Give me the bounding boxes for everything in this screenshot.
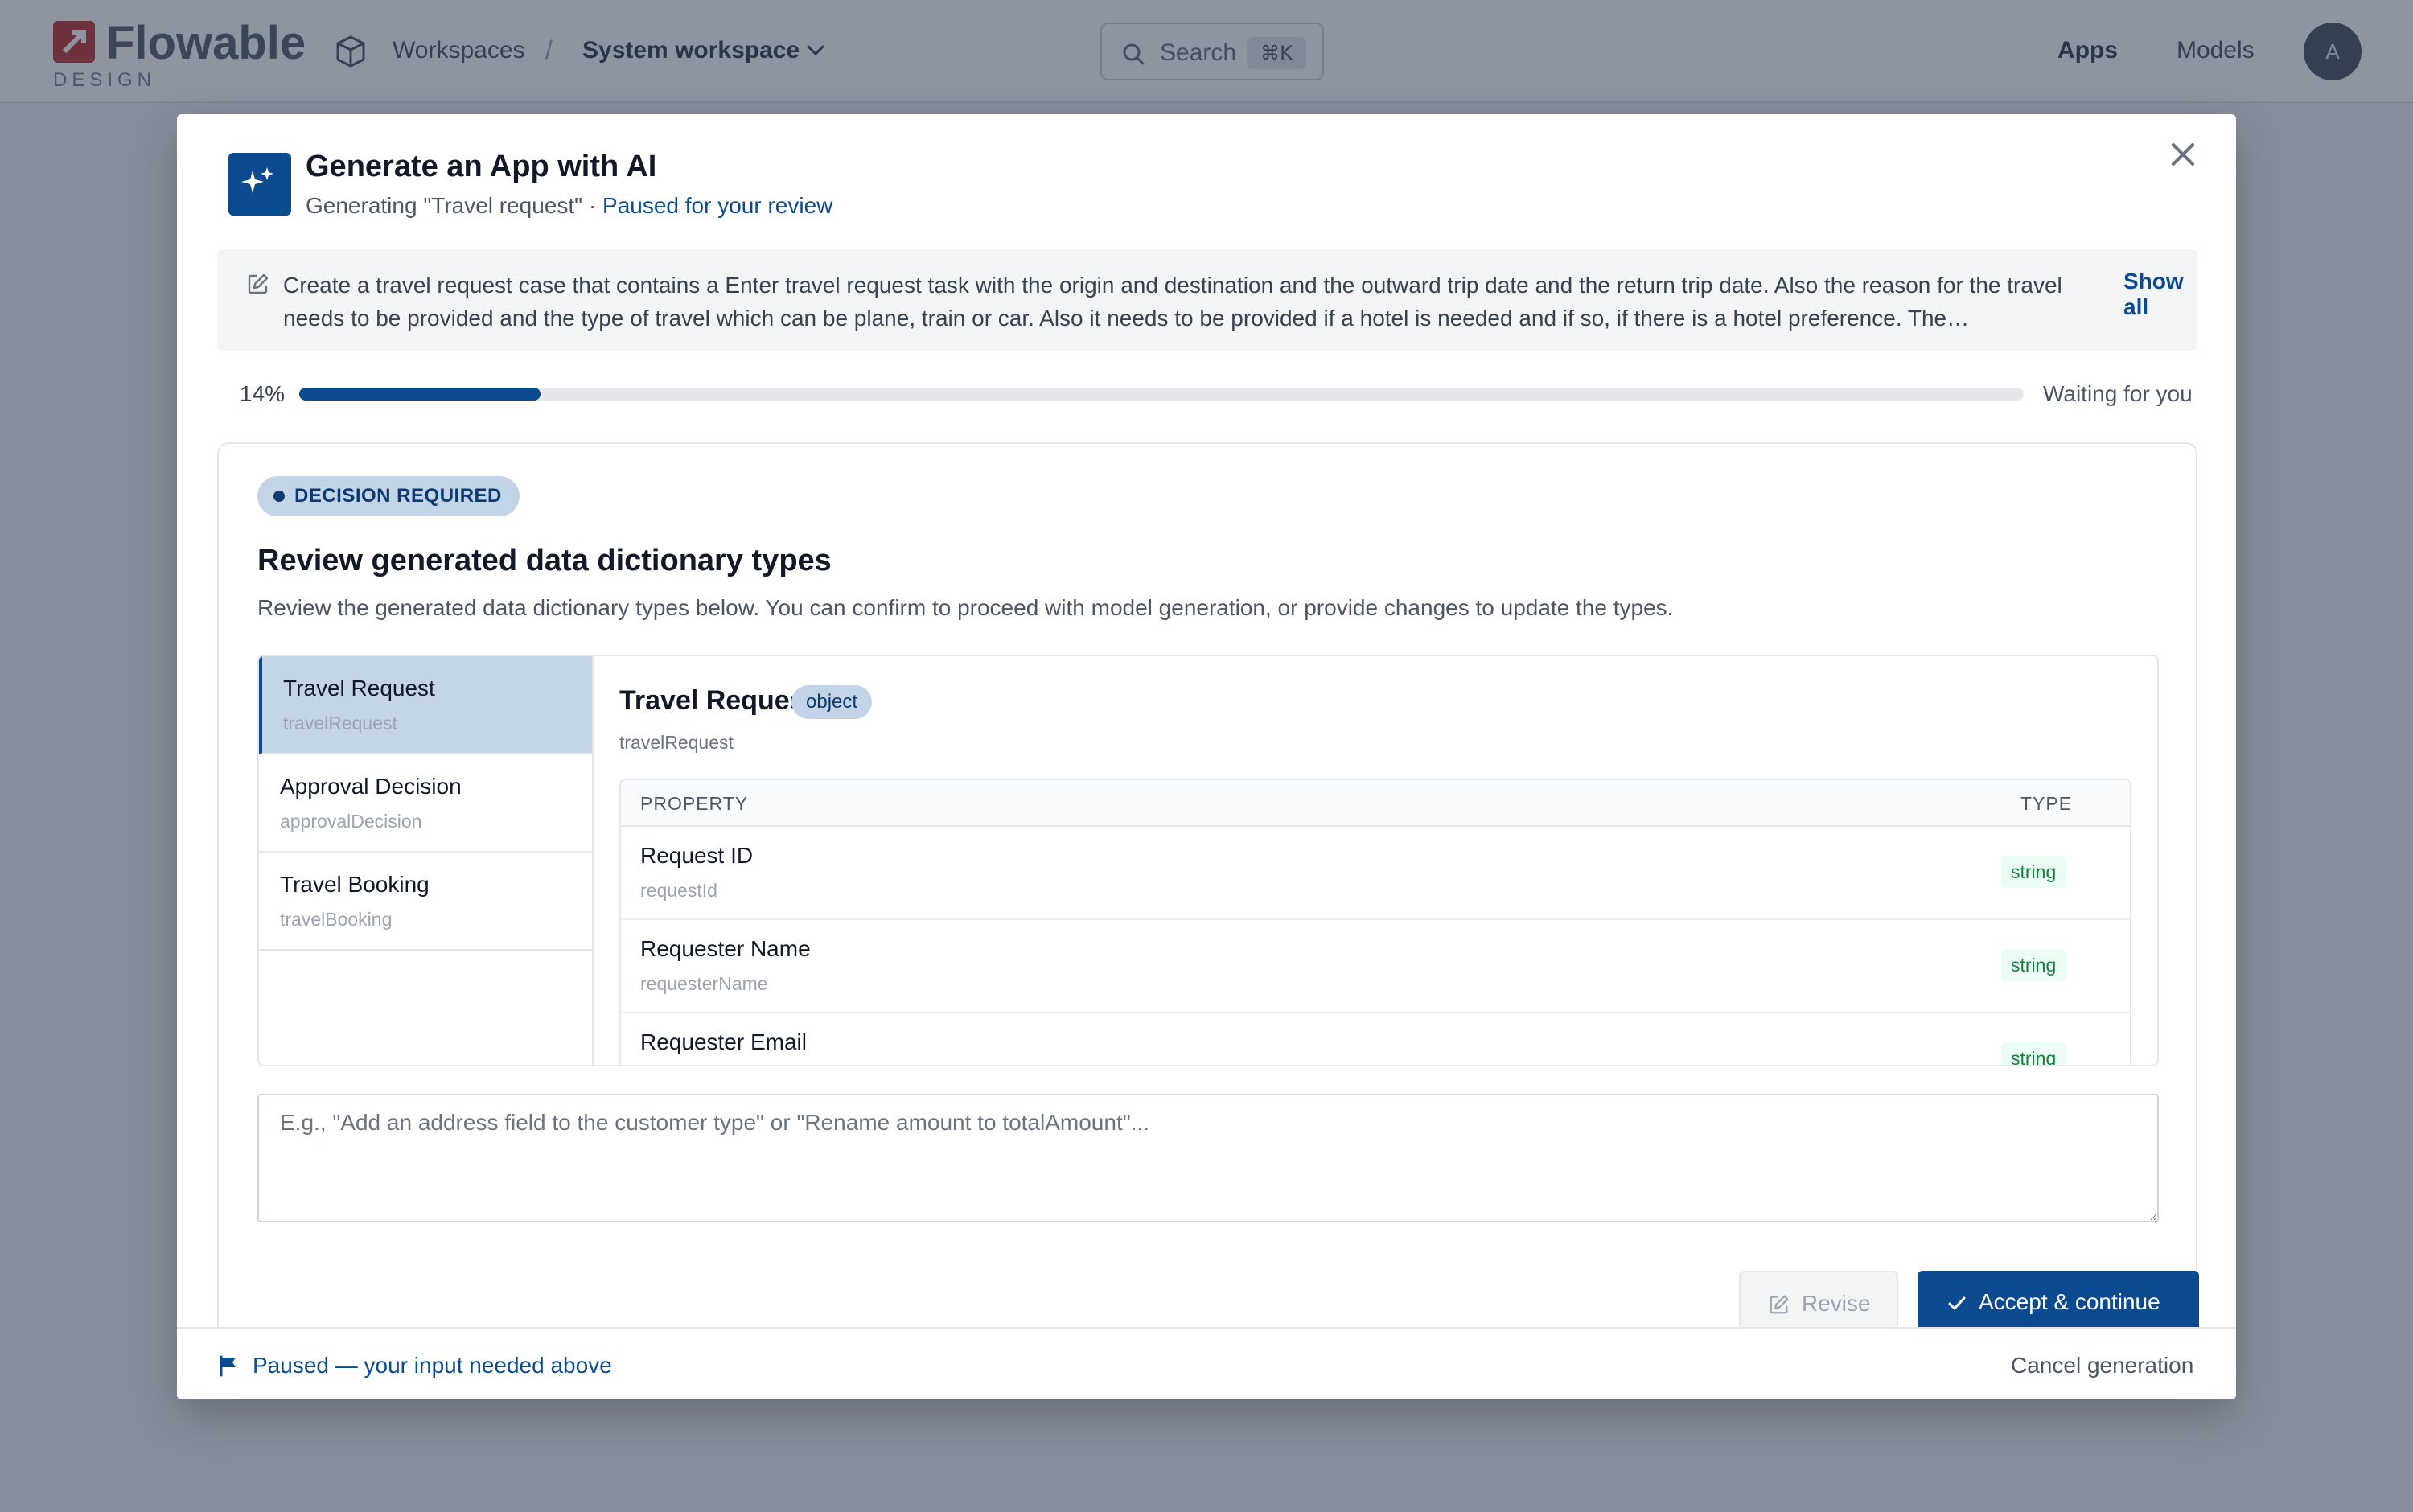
selected-type-title: Travel Request <box>619 685 814 716</box>
subtitle-dot: · <box>582 193 603 218</box>
type-key: approvalDecision <box>280 811 422 832</box>
table-row: Request ID requestId string <box>621 827 2130 920</box>
property-label: Requester Email <box>640 1029 807 1054</box>
property-label: Request ID <box>640 843 754 868</box>
type-key: travelBooking <box>280 909 393 930</box>
property-type-badge: string <box>2001 1042 2066 1065</box>
edit-icon <box>248 273 269 294</box>
close-icon[interactable] <box>2164 135 2202 174</box>
table-row: Requester Email string <box>621 1013 2130 1065</box>
check-icon <box>1948 1296 1966 1310</box>
property-key: requestId <box>640 880 717 901</box>
cancel-generation-link[interactable]: Cancel generation <box>2011 1353 2193 1378</box>
progress-percent: 14% <box>240 381 286 406</box>
revise-button[interactable]: Revise <box>1739 1271 1898 1335</box>
property-key: requesterName <box>640 973 768 994</box>
modal-subtitle: Generating "Travel request" · Paused for… <box>306 193 832 219</box>
generate-app-modal: Generate an App with AI Generating "Trav… <box>177 114 2236 1399</box>
type-list: Travel Request travelRequest Approval De… <box>259 656 594 1065</box>
accept-button-label: Accept & continue <box>1979 1289 2160 1314</box>
decision-required-badge: DECISION REQUIRED <box>257 476 520 516</box>
property-type-badge: string <box>2001 856 2066 888</box>
type-list-item-travel-booking[interactable]: Travel Booking travelBooking <box>259 853 592 951</box>
progress-bar-fill <box>299 388 541 401</box>
flag-icon <box>220 1355 236 1377</box>
badge-label: DECISION REQUIRED <box>294 485 502 507</box>
type-list-item-approval-decision[interactable]: Approval Decision approvalDecision <box>259 754 592 853</box>
review-title: Review generated data dictionary types <box>257 544 832 577</box>
column-header-type: TYPE <box>2020 793 2073 814</box>
data-dictionary-panel: Travel Request travelRequest Approval De… <box>257 655 2159 1066</box>
progress-status: Waiting for you <box>2043 381 2193 406</box>
table-row: Requester Name requesterName string <box>621 920 2130 1013</box>
property-type-badge: string <box>2001 949 2066 981</box>
review-card: DECISION REQUIRED Review generated data … <box>217 442 2199 1399</box>
accept-continue-button[interactable]: Accept & continue <box>1918 1271 2199 1335</box>
type-key: travelRequest <box>283 713 397 733</box>
status-dot <box>273 491 285 502</box>
progress-bar <box>299 388 2024 401</box>
sparkles-icon <box>241 167 273 193</box>
properties-table[interactable]: PROPERTY TYPE Request ID requestId strin… <box>619 779 2131 1065</box>
modal-title: Generate an App with AI <box>306 150 657 183</box>
show-all-link[interactable]: Show all <box>2123 269 2197 320</box>
type-label: Approval Decision <box>280 774 462 799</box>
column-header-property: PROPERTY <box>640 793 749 814</box>
type-label: Travel Booking <box>280 872 430 897</box>
modal-footer: Paused — your input needed above Cancel … <box>177 1327 2236 1399</box>
revision-input[interactable] <box>257 1094 2159 1222</box>
type-detail: Travel Request object travelRequest PROP… <box>594 656 2157 1065</box>
properties-table-header: PROPERTY TYPE <box>621 780 2130 827</box>
type-label: Travel Request <box>283 676 435 701</box>
paused-message: Paused — your input needed above <box>253 1353 612 1378</box>
selected-type-key: travelRequest <box>619 732 734 753</box>
edit-icon <box>1770 1295 1789 1314</box>
type-kind-badge: object <box>791 685 873 719</box>
generation-target: Generating "Travel request" <box>306 193 583 218</box>
generation-status: Paused for your review <box>602 193 833 218</box>
revise-button-label: Revise <box>1802 1291 1871 1316</box>
ai-sparkles-badge <box>228 153 291 216</box>
type-list-item-travel-request[interactable]: Travel Request travelRequest <box>259 656 592 754</box>
review-description: Review the generated data dictionary typ… <box>257 595 1674 620</box>
prompt-text: Create a travel request case that contai… <box>283 273 2062 331</box>
prompt-summary: Create a travel request case that contai… <box>217 249 2197 351</box>
property-label: Requester Name <box>640 936 811 961</box>
